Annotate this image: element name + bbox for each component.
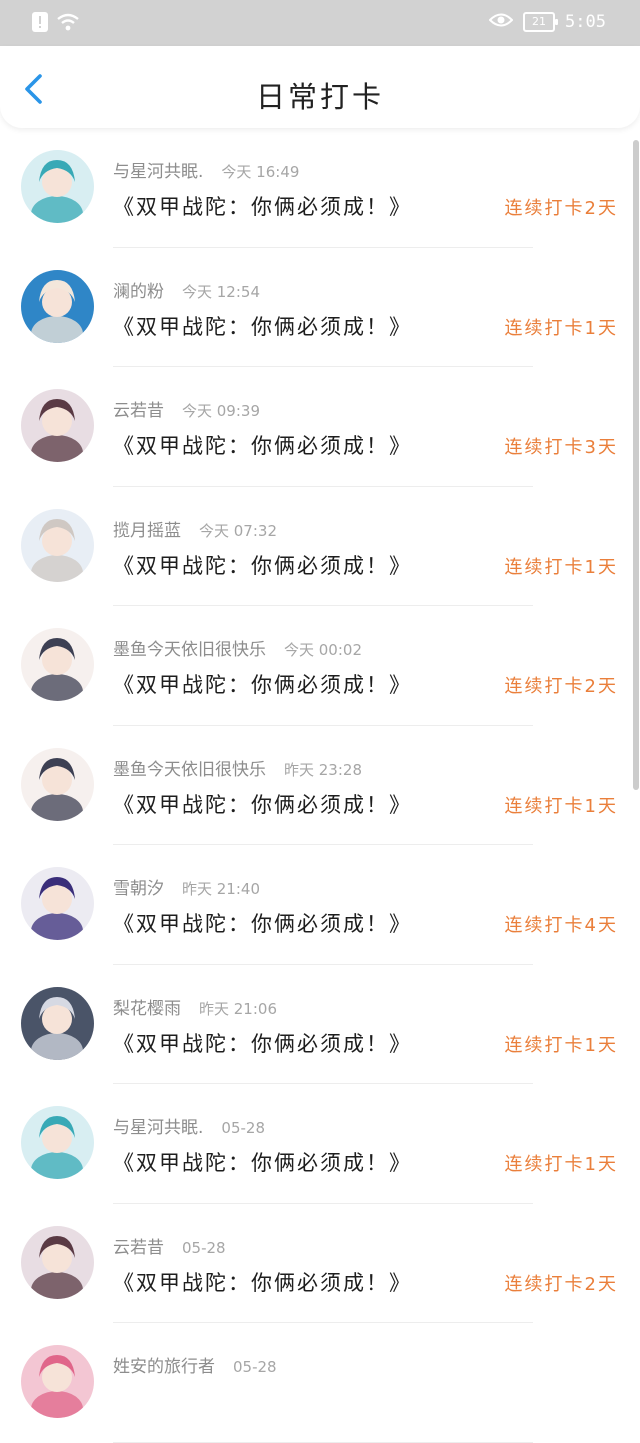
username-text: 澜的粉 bbox=[113, 281, 164, 302]
username-text: 墨鱼今天依旧很快乐 bbox=[113, 640, 266, 660]
streak-label: 连续打卡2天 bbox=[504, 1273, 618, 1295]
streak-label: 连续打卡1天 bbox=[504, 1154, 618, 1175]
alert-icon bbox=[32, 12, 48, 36]
checkin-content: 《双甲战陀：你俩必须成！》 bbox=[113, 673, 412, 697]
streak-label: 连续打卡1天 bbox=[504, 795, 618, 817]
streak-label: 连续打卡2天 bbox=[504, 198, 618, 219]
page-title: 日常打卡 bbox=[255, 80, 384, 114]
avatar[interactable] bbox=[21, 389, 94, 462]
checkin-content: 《双甲战陀：你俩必须成！》 bbox=[113, 434, 412, 458]
username: 澜的粉 今天 12:54 bbox=[113, 277, 260, 302]
username-text: 姓安的旅行者 bbox=[113, 1357, 215, 1377]
checkin-content: 《双甲战陀：你俩必须成！》 bbox=[113, 792, 412, 817]
scrollbar-thumb[interactable] bbox=[633, 140, 639, 790]
list-item[interactable]: 墨鱼今天依旧很快乐 今天 00:02 《双甲战陀：你俩必须成！》 连续打卡2天 bbox=[0, 606, 640, 726]
username: 与星河共眠. 05-28 bbox=[113, 1113, 265, 1138]
checkin-content: 《双甲战陀：你俩必须成！》 bbox=[113, 912, 412, 936]
checkin-time: 今天 07:32 bbox=[199, 521, 277, 540]
checkin-content: 《双甲战陀：你俩必须成！》 bbox=[113, 1151, 412, 1175]
username: 与星河共眠. 今天 16:49 bbox=[113, 157, 299, 182]
checkin-content: 《双甲战陀：你俩必须成！》 bbox=[113, 1270, 412, 1295]
list-item[interactable]: 姓安的旅行者 05-28 bbox=[0, 1323, 640, 1443]
avatar[interactable] bbox=[21, 1106, 94, 1179]
eye-icon bbox=[488, 11, 514, 33]
battery-icon: 21 bbox=[523, 12, 559, 32]
checkin-time: 05-28 bbox=[182, 1238, 226, 1257]
username-text: 梨花樱雨 bbox=[113, 998, 181, 1019]
checkin-content: 《双甲战陀：你俩必须成！》 bbox=[113, 314, 412, 339]
checkin-time: 今天 09:39 bbox=[182, 402, 260, 420]
list-item[interactable]: 云若昔 05-28 《双甲战陀：你俩必须成！》 连续打卡2天 bbox=[0, 1204, 640, 1323]
list-item[interactable]: 梨花樱雨 昨天 21:06 《双甲战陀：你俩必须成！》 连续打卡1天 bbox=[0, 965, 640, 1084]
avatar[interactable] bbox=[21, 150, 94, 223]
username: 云若昔 今天 09:39 bbox=[113, 396, 260, 421]
username-text: 与星河共眠. bbox=[113, 1118, 204, 1138]
username-text: 雪朝汐 bbox=[113, 879, 164, 899]
checkin-time: 今天 16:49 bbox=[221, 163, 300, 181]
status-time: 5:05 bbox=[565, 12, 606, 32]
avatar[interactable] bbox=[21, 269, 94, 343]
streak-label: 连续打卡4天 bbox=[504, 915, 618, 936]
username-text: 云若昔 bbox=[113, 401, 164, 421]
list-item[interactable]: 墨鱼今天依旧很快乐 昨天 23:28 《双甲战陀：你俩必须成！》 连续打卡1天 bbox=[0, 726, 640, 845]
avatar[interactable] bbox=[21, 1345, 94, 1418]
checkin-time: 今天 12:54 bbox=[182, 282, 260, 301]
list-item[interactable]: 云若昔 今天 09:39 《双甲战陀：你俩必须成！》 连续打卡3天 bbox=[0, 367, 640, 487]
checkin-time: 今天 00:02 bbox=[284, 641, 362, 659]
checkin-list: 与星河共眠. 今天 16:49 《双甲战陀：你俩必须成！》 连续打卡2天 澜的粉 今天 1… bbox=[0, 128, 640, 1443]
checkin-content: 《双甲战陀：你俩必须成！》 bbox=[113, 1031, 412, 1056]
list-item[interactable]: 揽月摇蓝 今天 07:32 《双甲战陀：你俩必须成！》 连续打卡1天 bbox=[0, 487, 640, 606]
wifi-icon bbox=[56, 12, 80, 36]
avatar[interactable] bbox=[21, 508, 94, 582]
avatar[interactable] bbox=[21, 867, 94, 940]
streak-label: 连续打卡1天 bbox=[504, 1034, 618, 1056]
checkin-time: 昨天 21:06 bbox=[199, 999, 277, 1018]
username: 雪朝汐 昨天 21:40 bbox=[113, 874, 260, 899]
avatar[interactable] bbox=[21, 628, 94, 701]
nav-header: 日常打卡 bbox=[0, 46, 640, 128]
avatar[interactable] bbox=[21, 986, 94, 1060]
username: 姓安的旅行者 05-28 bbox=[113, 1352, 277, 1377]
streak-label: 连续打卡3天 bbox=[504, 437, 618, 458]
divider bbox=[113, 1441, 533, 1443]
list-item[interactable]: 与星河共眠. 05-28 《双甲战陀：你俩必须成！》 连续打卡1天 bbox=[0, 1084, 640, 1204]
streak-label: 连续打卡1天 bbox=[504, 556, 618, 578]
username: 梨花樱雨 昨天 21:06 bbox=[113, 994, 277, 1019]
checkin-time: 05-28 bbox=[221, 1119, 265, 1137]
list-item[interactable]: 澜的粉 今天 12:54 《双甲战陀：你俩必须成！》 连续打卡1天 bbox=[0, 248, 640, 367]
username-text: 墨鱼今天依旧很快乐 bbox=[113, 759, 266, 780]
username: 揽月摇蓝 今天 07:32 bbox=[113, 516, 277, 541]
checkin-time: 昨天 21:40 bbox=[182, 880, 260, 898]
username-text: 与星河共眠. bbox=[113, 162, 204, 182]
list-item[interactable]: 与星河共眠. 今天 16:49 《双甲战陀：你俩必须成！》 连续打卡2天 bbox=[0, 128, 640, 248]
checkin-content: 《双甲战陀：你俩必须成！》 bbox=[113, 553, 412, 578]
streak-label: 连续打卡2天 bbox=[504, 676, 618, 697]
username: 墨鱼今天依旧很快乐 今天 00:02 bbox=[113, 635, 362, 660]
avatar[interactable] bbox=[21, 1225, 94, 1299]
username-text: 揽月摇蓝 bbox=[113, 520, 181, 541]
username-text: 云若昔 bbox=[113, 1237, 164, 1258]
username: 云若昔 05-28 bbox=[113, 1233, 226, 1258]
list-item[interactable]: 雪朝汐 昨天 21:40 《双甲战陀：你俩必须成！》 连续打卡4天 bbox=[0, 845, 640, 965]
avatar[interactable] bbox=[21, 747, 94, 821]
username: 墨鱼今天依旧很快乐 昨天 23:28 bbox=[113, 755, 362, 780]
checkin-time: 05-28 bbox=[233, 1358, 277, 1376]
checkin-content: 《双甲战陀：你俩必须成！》 bbox=[113, 195, 412, 219]
status-bar: 21 5:05 bbox=[0, 0, 640, 46]
streak-label: 连续打卡1天 bbox=[504, 317, 618, 339]
checkin-time: 昨天 23:28 bbox=[284, 760, 362, 779]
